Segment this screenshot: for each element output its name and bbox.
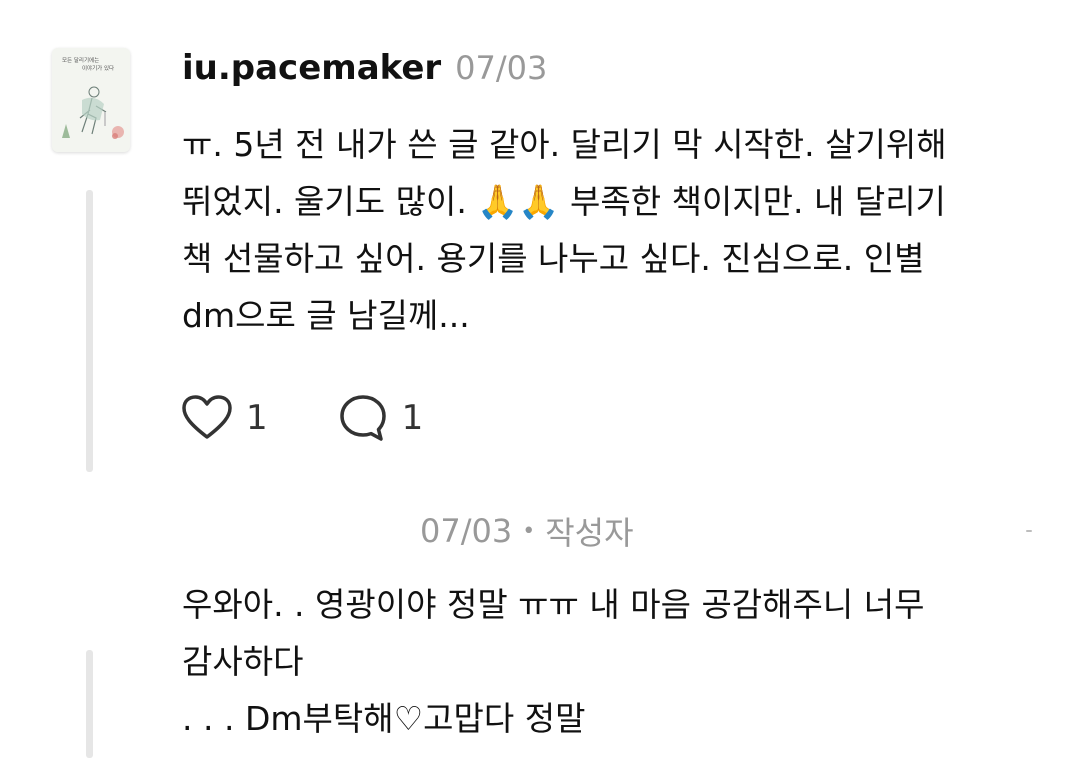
author-badge: 작성자 (545, 514, 634, 552)
avatar[interactable]: 모든 달리기에는 이야기가 있다 (52, 48, 130, 152)
thread-line (86, 190, 93, 472)
comment-line: ㅠ. 5년 전 내가 쓴 글 같아. 달리기 막 시작한. 살기위해 (182, 125, 947, 164)
like-button[interactable]: 1 (180, 393, 268, 443)
reply-count: 1 (401, 398, 424, 438)
comment-actions: 1 1 (180, 392, 491, 444)
reply-date: 07/03 (420, 512, 513, 550)
avatar-title-line1: 모든 달리기에는 (62, 56, 99, 64)
avatar-title-line2: 이야기가 있다 (82, 64, 114, 72)
reply-line: 감사하다 (182, 642, 304, 681)
comment-line: 뛰었지. 울기도 많이. 🙏🙏 부족한 책이지만. 내 달리기 (182, 182, 946, 221)
meta-separator: • (522, 518, 536, 544)
comment-header: iu.pacemaker 07/03 (182, 48, 547, 98)
reply-text: 우와아. . 영광이야 정말 ㅠㅠ 내 마음 공감해주니 너무 감사하다 . .… (182, 576, 1042, 747)
comment-date: 07/03 (455, 49, 548, 87)
comment-text: ㅠ. 5년 전 내가 쓴 글 같아. 달리기 막 시작한. 살기위해 뛰었지. … (182, 116, 1042, 344)
reply-line: 우와아. . 영광이야 정말 ㅠㅠ 내 마음 공감해주니 너무 (182, 585, 925, 624)
like-count: 1 (246, 398, 268, 438)
speech-bubble-icon (339, 395, 386, 441)
comment-line: dm으로 글 남길께... (182, 296, 470, 335)
reply-line: . . . Dm부탁해♡고맙다 정말 (182, 699, 586, 738)
edge-mark (1026, 530, 1032, 532)
reply-meta: 07/03 • 작성자 (420, 508, 634, 554)
reply-button[interactable]: 1 (336, 392, 424, 444)
comment-line: 책 선물하고 싶어. 용기를 나누고 싶다. 진심으로. 인별 (182, 239, 925, 278)
heart-outline-icon (182, 395, 232, 439)
username[interactable]: iu.pacemaker (182, 48, 441, 88)
book-cover-image: 모든 달리기에는 이야기가 있다 (52, 48, 130, 152)
thread-line-reply (86, 650, 93, 758)
